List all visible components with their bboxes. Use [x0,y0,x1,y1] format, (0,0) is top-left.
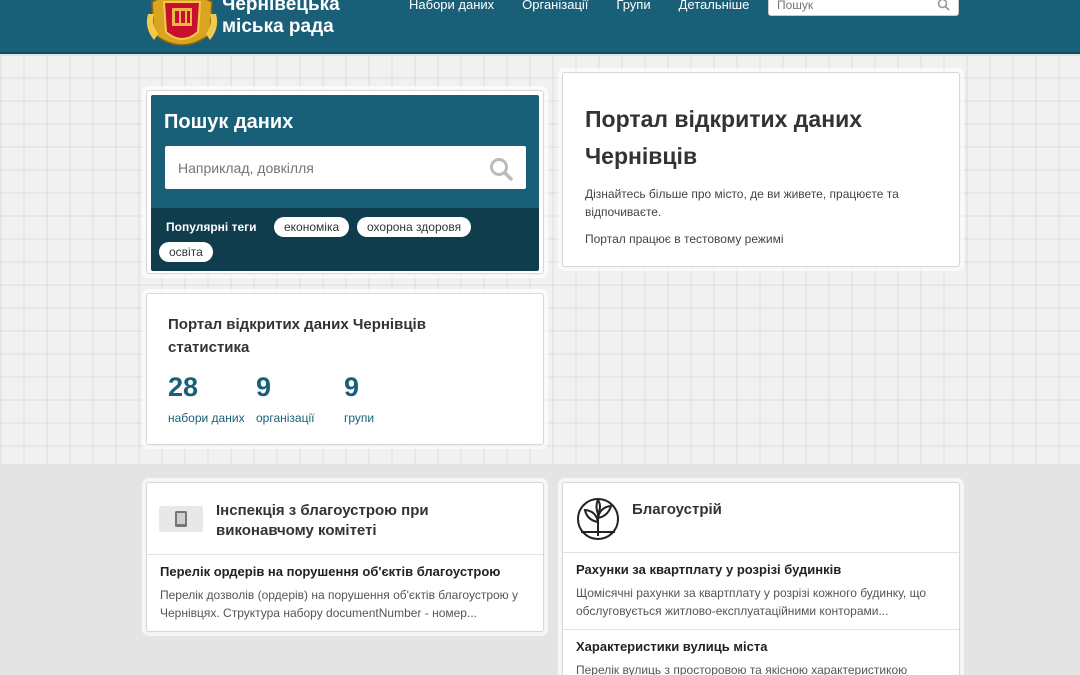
group-header[interactable]: Благоустрій [563,483,959,553]
stat-organizations[interactable]: 9 організації [256,372,314,425]
main-nav: Набори даних Організації Групи Детальніш… [409,0,749,12]
organization-title[interactable]: Інспекція з благоустрою при виконавчому … [216,501,516,541]
tablet-icon [175,511,187,527]
dataset-description: Перелік вулиць з просторовою та якісною … [576,663,908,675]
stat-label: організації [256,411,315,425]
dataset-item[interactable]: Рахунки за квартплату у розрізі будинків… [563,553,959,630]
masthead: Чернівецька міська рада Набори даних Орг… [0,0,1080,54]
dataset-title[interactable]: Рахунки за квартплату у розрізі будинків [576,562,946,577]
search-module: Пошук даних Популярні теги економіка охо… [146,90,544,274]
plant-icon [575,496,621,547]
portal-title: Портал відкритих даних Чернівців [585,106,863,169]
dataset-description: Щомісячні рахунки за квартплату у розріз… [576,586,927,618]
nav-datasets[interactable]: Набори даних [409,0,494,12]
dataset-item[interactable]: Перелік ордерів на порушення об'єктів бл… [147,555,543,631]
tag-education[interactable]: освіта [159,242,213,262]
dataset-title[interactable]: Перелік ордерів на порушення об'єктів бл… [160,564,530,579]
dataset-description: Перелік дозволів (ордерів) на порушення … [160,588,519,620]
tag-economy[interactable]: економіка [274,217,350,237]
tag-healthcare[interactable]: охорона здоровя [357,217,472,237]
stats-module: Портал відкритих даних Чернівців статист… [146,293,544,445]
group-title[interactable]: Благоустрій [632,500,722,520]
nav-groups[interactable]: Групи [616,0,650,12]
site-logo-text[interactable]: Чернівецька міська рада [222,0,340,38]
stat-value: 9 [256,372,272,402]
portal-test-note: Портал працює в тестовому режимі [585,232,784,246]
search-icon[interactable] [937,0,950,16]
featured-group-module: Благоустрій Рахунки за квартплату у розр… [562,482,960,675]
popular-tags-label: Популярні теги [166,220,257,234]
organization-header[interactable]: Інспекція з благоустрою при виконавчому … [147,483,543,555]
stats-title: Портал відкритих даних Чернівців статист… [168,316,426,356]
popular-tags-bar: Популярні теги економіка охорона здоровя… [151,208,539,271]
logo-line-1: Чернівецька [222,0,340,15]
nav-about[interactable]: Детальніше [679,0,750,12]
logo-line-2: міська рада [222,16,334,37]
stat-groups[interactable]: 9 групи [344,372,374,425]
header-search-box [768,0,959,16]
header-search-input[interactable] [777,0,937,15]
coat-of-arms-logo[interactable] [146,0,218,54]
dataset-title[interactable]: Характеристики вулиць міста [576,639,946,654]
stat-value: 28 [168,372,199,402]
dataset-search-input[interactable] [165,146,465,189]
nav-organizations[interactable]: Організації [522,0,588,12]
stat-datasets[interactable]: 28 набори даних [168,372,245,425]
portal-description: Дізнайтесь більше про місто, де ви живет… [585,187,899,219]
dataset-item[interactable]: Характеристики вулиць міста Перелік вули… [563,630,959,675]
featured-organization-module: Інспекція з благоустрою при виконавчому … [146,482,544,632]
stat-label: набори даних [168,411,245,425]
stat-label: групи [344,411,375,425]
search-icon[interactable] [488,156,514,187]
dataset-search-box [165,146,526,189]
intro-module: Портал відкритих даних Чернівців Дізнайт… [562,72,960,267]
organization-thumbnail [159,506,203,532]
search-module-title: Пошук даних [164,111,294,133]
stat-value: 9 [344,372,360,402]
